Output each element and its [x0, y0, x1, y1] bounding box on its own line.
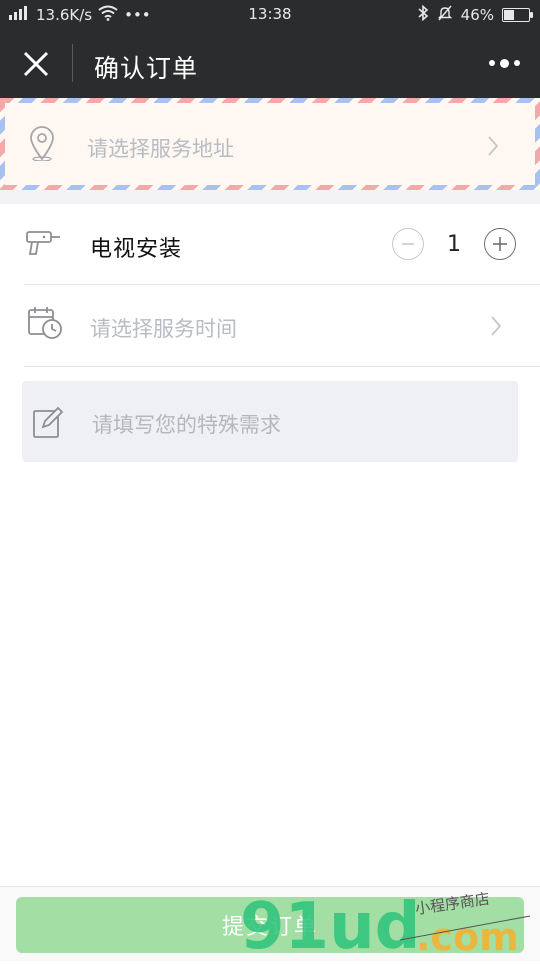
- divider: [24, 366, 540, 367]
- close-icon: [23, 51, 49, 77]
- more-dot-icon: [513, 60, 520, 66]
- edit-icon: [32, 405, 64, 443]
- battery-percent: 46%: [460, 6, 494, 24]
- bottom-bar: 提交订单: [0, 886, 540, 961]
- service-time-selector[interactable]: 请选择服务时间: [0, 285, 540, 367]
- time-placeholder: 请选择服务时间: [90, 317, 237, 341]
- page-title: 确认订单: [94, 54, 199, 83]
- more-dot-icon: [499, 58, 509, 68]
- calendar-clock-icon: [26, 305, 64, 345]
- drill-icon: [24, 228, 64, 262]
- submit-order-button[interactable]: 提交订单: [16, 897, 524, 953]
- chevron-right-icon: [490, 315, 502, 341]
- close-button[interactable]: [18, 46, 54, 82]
- service-name: 电视安装: [90, 237, 183, 262]
- address-placeholder: 请选择服务地址: [87, 137, 234, 161]
- plus-icon: [493, 237, 507, 251]
- increase-button[interactable]: [484, 228, 516, 260]
- address-selector[interactable]: 请选择服务地址: [0, 98, 540, 190]
- nav-bar: 确认订单: [0, 28, 540, 98]
- quantity-stepper: 1: [392, 228, 516, 260]
- battery-icon: [502, 8, 533, 22]
- status-right: 46%: [417, 4, 533, 25]
- quantity-value: 1: [447, 231, 461, 257]
- status-bar: 13.6K/s ••• 13:38 46%: [0, 0, 540, 28]
- minus-icon: [402, 243, 414, 245]
- more-menu-button[interactable]: [486, 52, 522, 74]
- special-requirements-input[interactable]: 请填写您的特殊需求: [22, 381, 518, 462]
- section-gap: [0, 190, 540, 204]
- nav-divider: [72, 44, 73, 82]
- decrease-button[interactable]: [392, 228, 424, 260]
- battery-level: [504, 10, 515, 20]
- location-pin-icon: [27, 125, 57, 165]
- chevron-right-icon: [487, 135, 499, 161]
- service-row: 电视安装 1: [0, 204, 540, 284]
- more-dot-icon: [488, 60, 495, 66]
- bluetooth-icon: [417, 4, 429, 25]
- remarks-placeholder: 请填写您的特殊需求: [92, 413, 281, 437]
- mute-bell-icon: [437, 5, 453, 25]
